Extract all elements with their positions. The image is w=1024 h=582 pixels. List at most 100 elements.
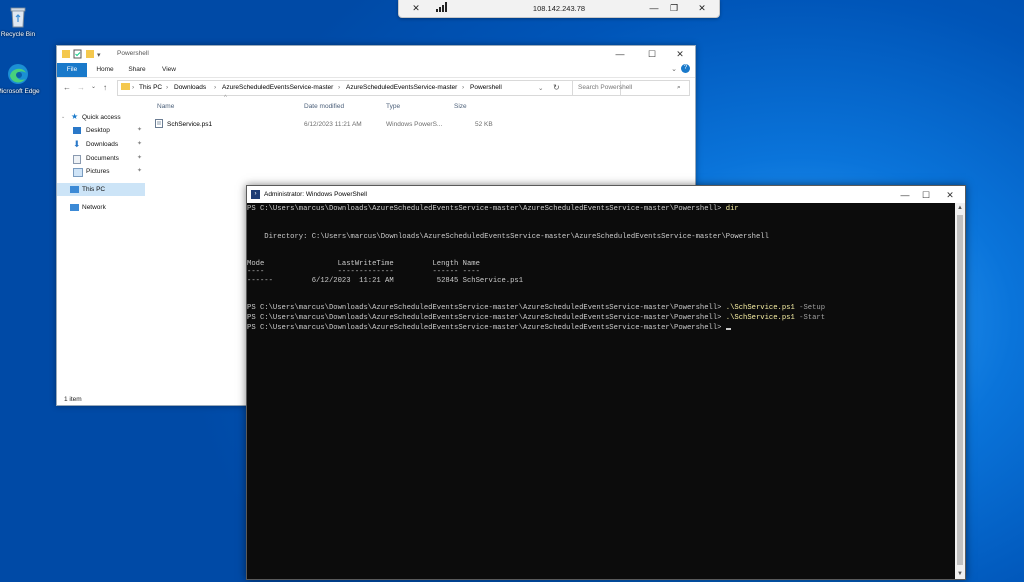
close-button[interactable]: ✕: [665, 46, 695, 62]
scroll-down-icon[interactable]: ▼: [955, 569, 965, 579]
folder-icon: [121, 82, 130, 93]
recycle-bin-icon: [6, 5, 30, 29]
tab-view[interactable]: View: [155, 63, 183, 77]
pin-icon: ✦: [137, 141, 143, 147]
edge-icon: [6, 62, 30, 86]
address-bar[interactable]: › This PC › Downloads › AzureScheduledEv…: [117, 80, 621, 96]
file-date: 6/12/2023 11:21 AM: [304, 121, 362, 128]
nav-network[interactable]: Network: [57, 201, 145, 214]
back-arrow-icon[interactable]: ←: [63, 83, 71, 92]
nav-label: Quick access: [82, 114, 121, 121]
column-header-size[interactable]: Size: [454, 103, 467, 110]
chevron-right-icon: ›: [132, 84, 135, 91]
console-line: ------ 6/12/2023 11:21 AM 52845 SchServi…: [247, 277, 524, 285]
desktop-icon-edge[interactable]: Microsoft Edge: [0, 62, 40, 96]
scrollbar-thumb[interactable]: [957, 215, 963, 565]
tab-home[interactable]: Home: [91, 63, 119, 77]
prompt-text: PS C:\Users\marcus\Downloads\AzureSchedu…: [247, 314, 722, 322]
refresh-icon[interactable]: ↻: [553, 83, 560, 92]
close-icon[interactable]: ✕: [695, 2, 709, 15]
chevron-down-icon[interactable]: ⌄: [671, 65, 677, 73]
vertical-scrollbar[interactable]: ▲ ▼: [955, 203, 965, 579]
breadcrumb-folder-2[interactable]: AzureScheduledEventsService-master: [346, 84, 457, 91]
explorer-titlebar[interactable]: ▾ Powershell — ☐ ✕: [57, 46, 695, 62]
chevron-right-icon: ›: [338, 84, 341, 91]
sort-up-icon: ^: [224, 95, 227, 101]
pin-icon: ✦: [137, 155, 143, 161]
prompt-text: PS C:\Users\marcus\Downloads\AzureSchedu…: [247, 205, 722, 213]
nav-this-pc[interactable]: This PC: [57, 183, 145, 196]
svg-text:▾: ▾: [97, 52, 101, 59]
chevron-right-icon: ›: [214, 84, 217, 91]
chevron-down-icon: ⌄: [61, 114, 66, 120]
nav-quick-access[interactable]: ⌄ ★ Quick access: [57, 111, 145, 124]
column-header-name[interactable]: Name: [157, 103, 174, 110]
window-title: Administrator: Windows PowerShell: [264, 191, 367, 198]
console-line: PS C:\Users\marcus\Downloads\AzureSchedu…: [247, 313, 825, 323]
desktop-icon-recycle-bin[interactable]: Recycle Bin: [0, 5, 40, 39]
search-placeholder: Search Powershell: [578, 84, 633, 91]
status-bar-text: 1 item: [64, 396, 82, 403]
nav-item-desktop[interactable]: Desktop ✦: [57, 124, 145, 137]
file-type: Windows PowerS...: [386, 121, 443, 128]
file-size: 52 KB: [475, 121, 493, 128]
prompt-text: PS C:\Users\marcus\Downloads\AzureSchedu…: [247, 324, 722, 332]
console-output[interactable]: PS C:\Users\marcus\Downloads\AzureSchedu…: [247, 203, 955, 579]
help-icon[interactable]: ?: [681, 64, 690, 73]
desktop-folder-icon: [73, 127, 81, 134]
scroll-up-icon[interactable]: ▲: [955, 203, 965, 213]
nav-label: Network: [82, 204, 106, 211]
recent-locations-icon[interactable]: ⌄: [91, 83, 96, 90]
up-arrow-icon[interactable]: ↑: [103, 83, 107, 92]
file-name: SchService.ps1: [167, 121, 213, 128]
breadcrumb-powershell[interactable]: Powershell: [470, 84, 502, 91]
nav-item-documents[interactable]: Documents ✦: [57, 152, 145, 165]
address-bar-row: ← → ⌄ ↑ › This PC › Downloads › AzureSch…: [57, 80, 695, 96]
document-icon: [73, 155, 81, 164]
tab-file[interactable]: File: [57, 63, 87, 77]
computer-icon: [70, 186, 79, 193]
breadcrumb-downloads[interactable]: Downloads: [174, 84, 206, 91]
desktop-icon-label: Recycle Bin: [0, 31, 36, 38]
nav-label: Desktop: [86, 127, 110, 134]
nav-label: Pictures: [86, 168, 110, 175]
download-arrow-icon: ⬇: [73, 139, 81, 149]
restore-icon[interactable]: ❐: [667, 2, 681, 15]
chevron-down-icon[interactable]: ⌄: [538, 84, 543, 92]
chevron-right-icon: ›: [462, 84, 465, 91]
navigation-pane: ⌄ ★ Quick access Desktop ✦ ⬇ Downloads ✦…: [57, 104, 145, 393]
nav-item-pictures[interactable]: Pictures ✦: [57, 165, 145, 178]
chevron-right-icon: ›: [166, 84, 169, 91]
console-line: PS C:\Users\marcus\Downloads\AzureSchedu…: [247, 323, 731, 333]
breadcrumb-folder-1[interactable]: AzureScheduledEventsService-master: [222, 84, 333, 91]
close-button[interactable]: ✕: [935, 187, 965, 203]
desktop-icon-label: Microsoft Edge: [0, 88, 40, 95]
nav-label: This PC: [82, 186, 106, 193]
search-icon: ⌕: [677, 84, 681, 91]
minimize-icon[interactable]: —: [647, 2, 661, 15]
search-input[interactable]: Search Powershell ⌕: [572, 80, 690, 96]
powershell-titlebar[interactable]: › Administrator: Windows PowerShell — ☐ …: [247, 186, 965, 203]
breadcrumb-this-pc[interactable]: This PC: [139, 84, 162, 91]
nav-label: Downloads: [86, 141, 119, 148]
tab-share[interactable]: Share: [123, 63, 151, 77]
text-cursor: [725, 328, 731, 330]
network-icon: [70, 204, 79, 211]
command-text: .\SchService.ps1: [725, 314, 795, 322]
console-line: PS C:\Users\marcus\Downloads\AzureSchedu…: [247, 204, 739, 214]
minimize-button[interactable]: —: [605, 46, 635, 62]
maximize-button[interactable]: ☐: [637, 46, 667, 62]
ribbon: File Home Share View ⌄ ?: [57, 63, 695, 78]
powershell-window: › Administrator: Windows PowerShell — ☐ …: [246, 185, 966, 580]
command-text: .\SchService.ps1: [725, 304, 795, 312]
nav-item-downloads[interactable]: ⬇ Downloads ✦: [57, 138, 145, 151]
table-row[interactable]: SchService.ps1 6/12/2023 11:21 AM Window…: [155, 117, 495, 130]
console-line: Directory: C:\Users\marcus\Downloads\Azu…: [247, 233, 769, 241]
quick-access-toolbar-icon[interactable]: ▾: [62, 49, 112, 59]
column-header-type[interactable]: Type: [386, 103, 400, 110]
remote-connection-bar: ✕ 108.142.243.78 — ❐ ✕: [398, 0, 720, 18]
column-header-date[interactable]: Date modified: [304, 103, 344, 110]
console-line: PS C:\Users\marcus\Downloads\AzureSchedu…: [247, 303, 825, 313]
command-arg: -Start: [799, 314, 826, 322]
forward-arrow-icon[interactable]: →: [77, 83, 85, 92]
